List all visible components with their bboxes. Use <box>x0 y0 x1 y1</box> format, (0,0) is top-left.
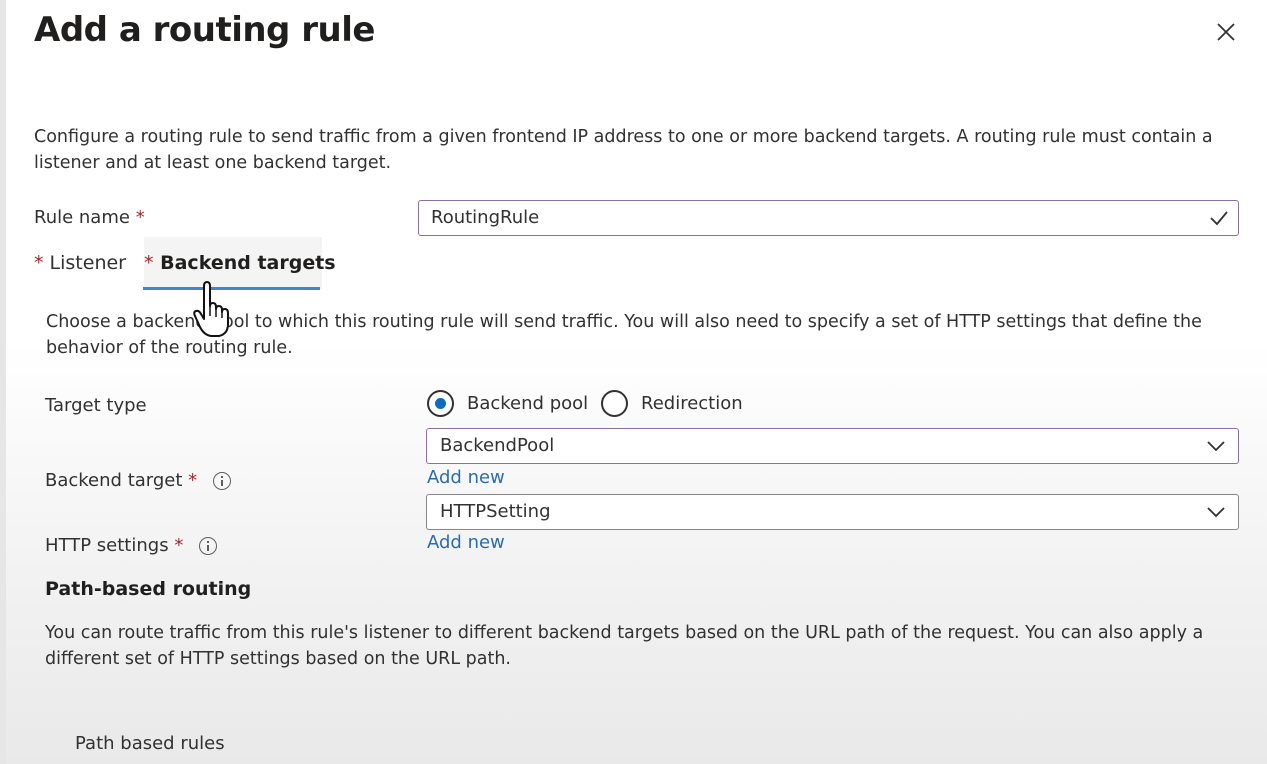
required-asterisk: * <box>34 252 44 274</box>
rule-name-input[interactable]: RoutingRule <box>418 200 1239 236</box>
path-based-routing-description: You can route traffic from this rule's l… <box>45 623 1204 669</box>
radio-checked-icon <box>427 390 454 417</box>
add-new-backend-target-link[interactable]: Add new <box>427 467 505 488</box>
radio-redirection-label: Redirection <box>641 393 743 414</box>
backend-target-label: Backend target * <box>45 470 231 491</box>
chevron-down-icon <box>1207 507 1225 518</box>
tab-backend-targets[interactable]: * Backend targets <box>144 252 336 274</box>
radio-backend-pool-label: Backend pool <box>467 393 589 414</box>
tab-listener-label: Listener <box>49 252 126 274</box>
radio-unchecked-icon <box>601 390 628 417</box>
routing-rule-panel: Add a routing rule Configure a routing r… <box>6 0 1267 764</box>
tab-listener[interactable]: * Listener <box>34 252 126 274</box>
http-settings-label: HTTP settings * <box>45 535 218 556</box>
close-button[interactable] <box>1212 18 1240 46</box>
checkmark-icon <box>1210 211 1228 226</box>
http-settings-dropdown[interactable]: HTTPSetting <box>426 494 1239 530</box>
add-new-http-settings-link[interactable]: Add new <box>427 532 505 553</box>
target-type-label: Target type <box>45 395 147 416</box>
backend-target-dropdown[interactable]: BackendPool <box>426 428 1239 464</box>
info-icon[interactable] <box>199 537 218 555</box>
dialog-title: Add a routing rule <box>34 10 375 50</box>
backend-target-value: BackendPool <box>440 435 555 456</box>
rule-name-label: Rule name * <box>34 207 145 228</box>
required-asterisk: * <box>188 470 198 491</box>
required-asterisk: * <box>174 535 184 556</box>
info-icon[interactable] <box>212 472 231 490</box>
tab-backend-targets-label: Backend targets <box>160 252 336 274</box>
http-settings-value: HTTPSetting <box>440 501 551 522</box>
path-based-routing-title: Path-based routing <box>45 578 252 600</box>
hand-cursor-icon <box>193 281 229 337</box>
required-asterisk: * <box>144 252 154 274</box>
radio-redirection[interactable]: Redirection <box>601 390 743 417</box>
close-icon <box>1217 23 1235 41</box>
dialog-description: Configure a routing rule to send traffic… <box>34 127 1213 173</box>
path-based-rules-label: Path based rules <box>75 733 225 754</box>
radio-backend-pool[interactable]: Backend pool <box>427 390 588 417</box>
rule-name-value: RoutingRule <box>431 207 540 228</box>
required-asterisk: * <box>135 207 145 228</box>
chevron-down-icon <box>1207 441 1225 452</box>
